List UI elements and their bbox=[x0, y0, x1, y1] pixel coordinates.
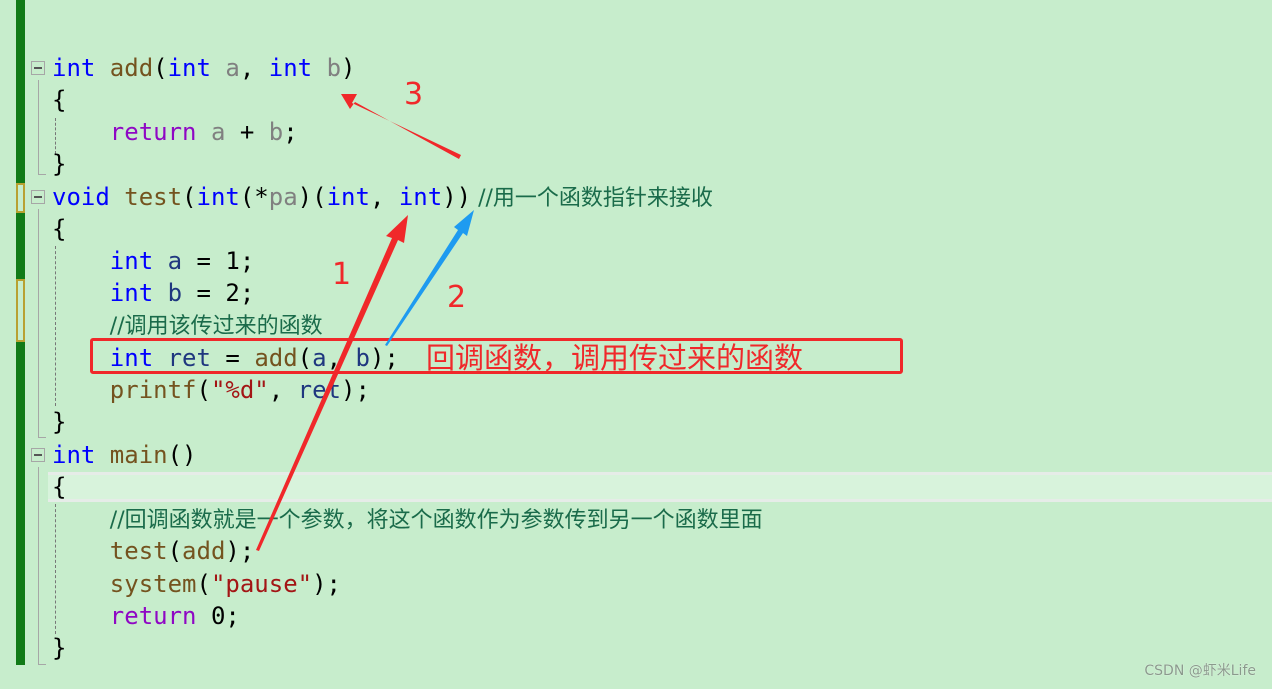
annotation-arrows bbox=[256, 94, 474, 551]
arrow-1 bbox=[256, 215, 408, 551]
watermark: CSDN @虾米Life bbox=[1144, 663, 1256, 679]
arrow-3 bbox=[341, 94, 461, 159]
